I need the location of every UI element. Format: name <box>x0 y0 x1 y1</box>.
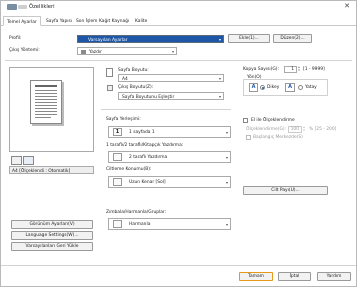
staple-select[interactable]: Harmanla ▾ <box>108 218 231 230</box>
language-settings-button[interactable]: Language Settings(W)... <box>11 231 93 240</box>
tab-basic-settings[interactable]: Temel Ayarlar <box>3 16 41 26</box>
preview-caption-bar: A4 [Ölçeklendi : Otomatik] <box>9 166 94 174</box>
printer-icon <box>7 4 17 10</box>
printer-icon <box>81 49 86 54</box>
output-size-label: Çıkış Boyutu(Z): <box>118 85 154 90</box>
profile-edit-button[interactable]: Düzen(2)... <box>273 34 312 43</box>
window-title: Özellikleri <box>29 4 55 10</box>
page-size-select[interactable]: A4 ▾ <box>118 74 224 82</box>
divider <box>5 60 352 61</box>
landscape-label: Yatay <box>305 85 317 90</box>
landscape-icon: A <box>285 83 295 92</box>
printer-properties-window: Özellikleri ✕ Temel Ayarlar Sayfa Yapısı… <box>0 0 357 287</box>
close-icon[interactable]: ✕ <box>344 2 350 10</box>
printer-view-icon[interactable] <box>11 156 22 165</box>
manual-scaling-label: El ile Ölçeklendirme <box>251 118 295 123</box>
profile-label: Profil: <box>9 36 22 41</box>
output-size-select[interactable]: Sayfa Boyutunu Eşleştir ▾ <box>118 92 224 100</box>
settings-view-icon[interactable] <box>23 156 34 165</box>
chevron-down-icon: ▾ <box>218 76 221 81</box>
duplex-label: 1 taraflı/2 taraflı/Kitapçık Yazdırma: <box>106 143 184 148</box>
tab-finishing[interactable]: Son İşlem <box>76 16 97 26</box>
help-button[interactable]: Yardım <box>317 272 351 281</box>
printer-name-blur <box>18 5 27 9</box>
tab-quality[interactable]: Kalite <box>135 16 147 26</box>
chevron-down-icon: ▾ <box>218 37 221 42</box>
scale-input[interactable]: 100 <box>288 126 302 133</box>
profile-add-button[interactable]: Ekle(1)... <box>228 34 270 43</box>
center-start-checkbox[interactable] <box>246 135 251 140</box>
divider <box>101 109 231 110</box>
page-size-label: Sayfa Boyutu: <box>118 68 149 73</box>
footer-divider <box>1 265 356 266</box>
preview-caption: A4 [Ölçeklendi : Otomatik] <box>12 168 71 174</box>
chevron-down-icon: ▾ <box>225 155 228 160</box>
page-layout-select[interactable]: 1 1 sayfada 1 ▾ <box>108 126 231 138</box>
staple-label: Zımbala/Harmanla/Gruplar: <box>106 210 167 215</box>
restore-defaults-button[interactable]: Varsayılanları Geri Yükle <box>11 242 93 251</box>
profile-select[interactable]: Varsayılan Ayarlar ▾ <box>77 35 224 43</box>
title-bar: Özellikleri ✕ <box>1 1 356 13</box>
portrait-radio[interactable] <box>260 85 265 90</box>
scale-range: % [25 - 200] <box>309 127 337 132</box>
center-start-label: Başlangıç Merkezde(S) <box>253 135 303 140</box>
landscape-radio[interactable] <box>298 85 303 90</box>
chevron-down-icon: ▾ <box>171 49 174 54</box>
tab-page-setup[interactable]: Sayfa Yapısı <box>46 16 72 26</box>
chevron-down-icon: ▾ <box>218 94 221 99</box>
manual-scaling-checkbox[interactable] <box>243 118 248 123</box>
page-size-icon <box>106 68 113 77</box>
view-settings-button[interactable]: Görünüm Ayarları(V) <box>11 220 93 229</box>
gutter-button[interactable]: Cilt Payı(U)... <box>243 186 328 195</box>
chevron-down-icon: ▾ <box>225 222 228 227</box>
page-layout-label: Sayfa Yerleşimi: <box>106 117 141 122</box>
tab-strip: Temel Ayarlar Sayfa Yapısı Son İşlem Kağ… <box>1 16 356 26</box>
copies-input[interactable]: 1 <box>284 66 297 73</box>
copies-range: [1 - 9999] <box>303 67 325 72</box>
output-size-icon <box>107 85 113 91</box>
output-method-select[interactable]: Yazdır ▾ <box>77 47 177 55</box>
binding-icon <box>113 178 122 186</box>
portrait-label: Dikey <box>267 85 280 90</box>
scale-spinner[interactable]: ▴ ▾ <box>302 126 306 133</box>
page-preview <box>30 80 62 124</box>
preview-panel <box>9 67 94 152</box>
scale-label: Ölçeklendirme(G): <box>246 127 287 132</box>
binding-select[interactable]: Uzun Kenar [Sol] ▾ <box>108 176 231 188</box>
chevron-down-icon: ▾ <box>225 180 228 185</box>
output-method-label: Çıkış Yöntemi: <box>9 48 40 53</box>
tab-paper-source[interactable]: Kağıt Kaynağı <box>99 16 129 26</box>
copies-label: Kopya Sayısı(G): <box>243 67 279 72</box>
duplex-icon <box>113 153 122 161</box>
binding-label: Ciltleme Konumu(B): <box>106 167 152 172</box>
ok-button[interactable]: Tamam <box>239 272 273 281</box>
cancel-button[interactable]: İptal <box>278 272 311 281</box>
chevron-down-icon: ▾ <box>225 130 228 135</box>
copies-spinner[interactable]: ▴ ▾ <box>297 66 301 73</box>
page-layout-icon: 1 <box>113 128 122 136</box>
duplex-select[interactable]: 2 taraflı Yazdırma ▾ <box>108 151 231 163</box>
collate-icon <box>113 220 122 228</box>
portrait-icon: A <box>249 83 258 92</box>
